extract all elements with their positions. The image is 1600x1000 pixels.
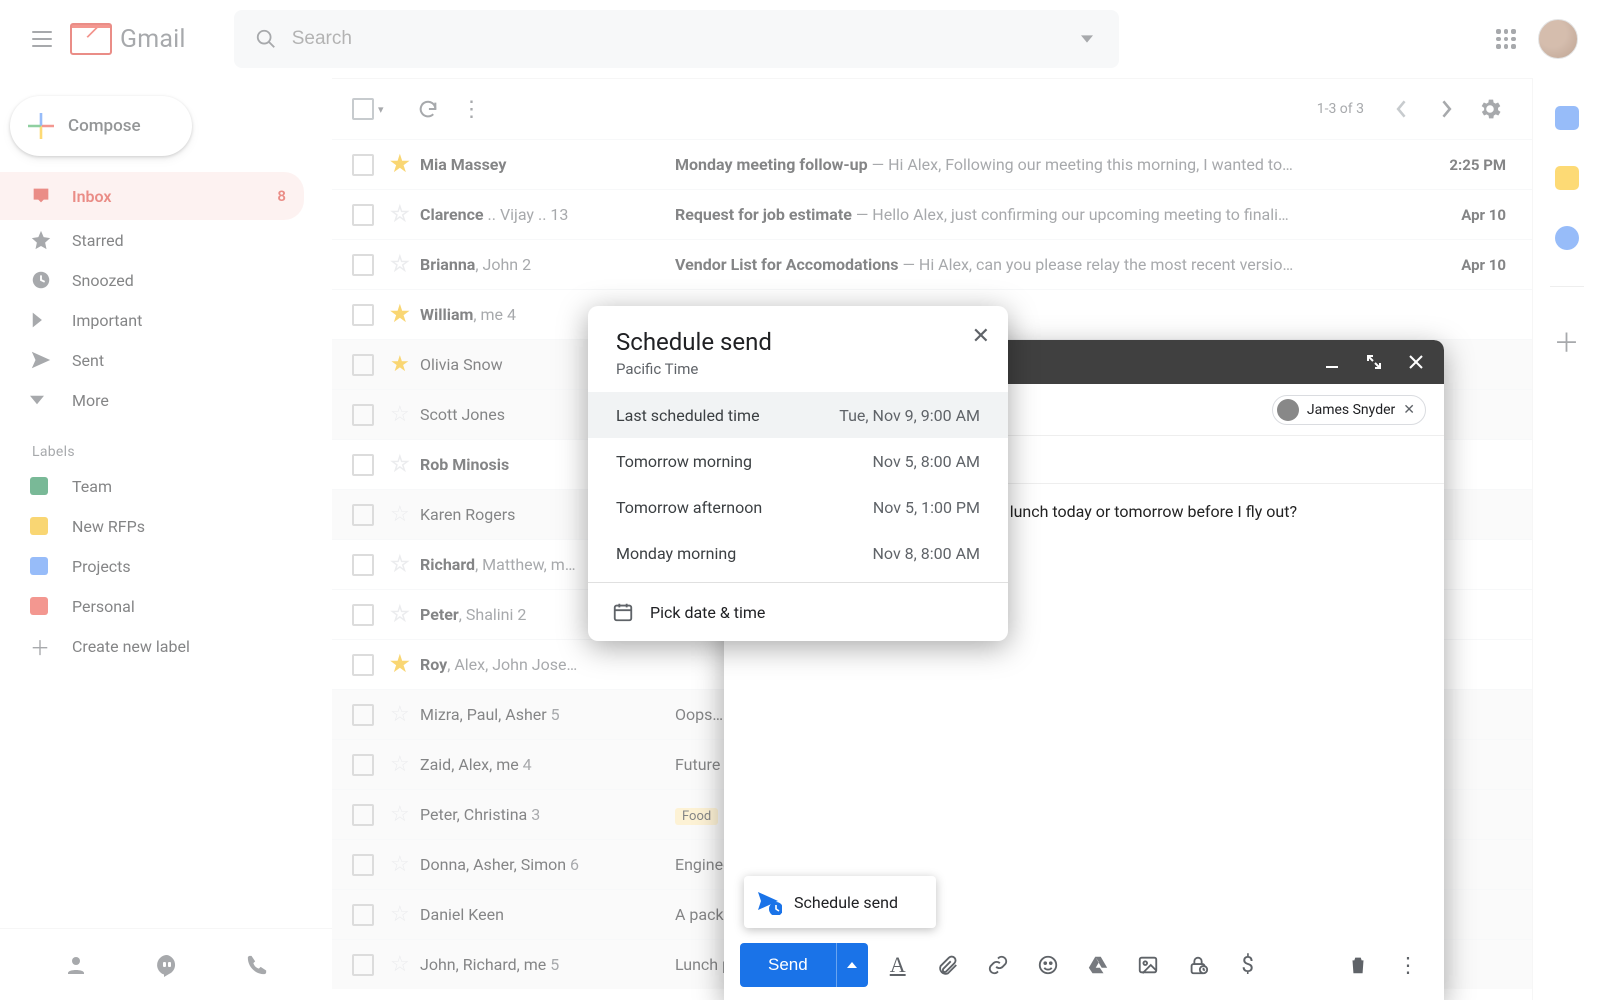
calendar-icon (612, 601, 634, 623)
schedule-option-label: Tomorrow morning (616, 452, 752, 471)
send-more-button[interactable] (836, 943, 868, 987)
schedule-pick-date-time[interactable]: Pick date & time (588, 583, 1008, 641)
schedule-dialog-title: Schedule send (616, 328, 980, 356)
emoji-button[interactable] (1028, 945, 1068, 985)
recipient-remove-icon[interactable]: ✕ (1403, 402, 1415, 418)
discard-draft-button[interactable] (1338, 945, 1378, 985)
recipient-chip[interactable]: James Snyder ✕ (1272, 395, 1426, 425)
compose-close-button[interactable] (1398, 344, 1434, 380)
compose-body-tail: ab lunch today or tomorrow before I fly … (988, 502, 1297, 521)
schedule-option[interactable]: Tomorrow morning Nov 5, 8:00 AM (588, 438, 1008, 484)
send-button[interactable]: Send (740, 943, 836, 987)
insert-photo-button[interactable] (1128, 945, 1168, 985)
attach-button[interactable] (928, 945, 968, 985)
schedule-custom-label: Pick date & time (650, 603, 765, 622)
schedule-send-icon (756, 889, 782, 915)
insert-link-button[interactable] (978, 945, 1018, 985)
schedule-send-flyout-label: Schedule send (794, 893, 898, 912)
confidential-button[interactable] (1178, 945, 1218, 985)
schedule-option-time: Tue, Nov 9, 9:00 AM (839, 406, 980, 425)
schedule-option-time: Nov 8, 8:00 AM (873, 544, 980, 563)
schedule-option-label: Tomorrow afternoon (616, 498, 762, 517)
schedule-option-label: Monday morning (616, 544, 736, 563)
compose-more-button[interactable]: ⋮ (1388, 945, 1428, 985)
drive-button[interactable] (1078, 945, 1118, 985)
schedule-option[interactable]: Monday morning Nov 8, 8:00 AM (588, 530, 1008, 576)
schedule-option[interactable]: Last scheduled time Tue, Nov 9, 9:00 AM (588, 392, 1008, 438)
schedule-send-dialog: Schedule send Pacific Time ✕ Last schedu… (588, 306, 1008, 641)
formatting-button[interactable]: A (878, 945, 918, 985)
schedule-option[interactable]: Tomorrow afternoon Nov 5, 1:00 PM (588, 484, 1008, 530)
compose-footer: Send A $ ⋮ (724, 930, 1444, 1000)
schedule-dialog-close-button[interactable]: ✕ (972, 324, 990, 349)
schedule-option-time: Nov 5, 1:00 PM (873, 498, 980, 517)
request-payment-button[interactable]: $ (1228, 945, 1268, 985)
schedule-option-label: Last scheduled time (616, 406, 760, 425)
schedule-dialog-subtitle: Pacific Time (616, 360, 980, 378)
schedule-send-flyout[interactable]: Schedule send (744, 876, 936, 928)
compose-fullscreen-button[interactable] (1356, 344, 1392, 380)
recipient-avatar-icon (1277, 399, 1299, 421)
schedule-option-time: Nov 5, 8:00 AM (873, 452, 980, 471)
send-button-group: Send (740, 943, 868, 987)
recipient-name: James Snyder (1307, 402, 1395, 418)
compose-minimize-button[interactable] (1314, 344, 1350, 380)
